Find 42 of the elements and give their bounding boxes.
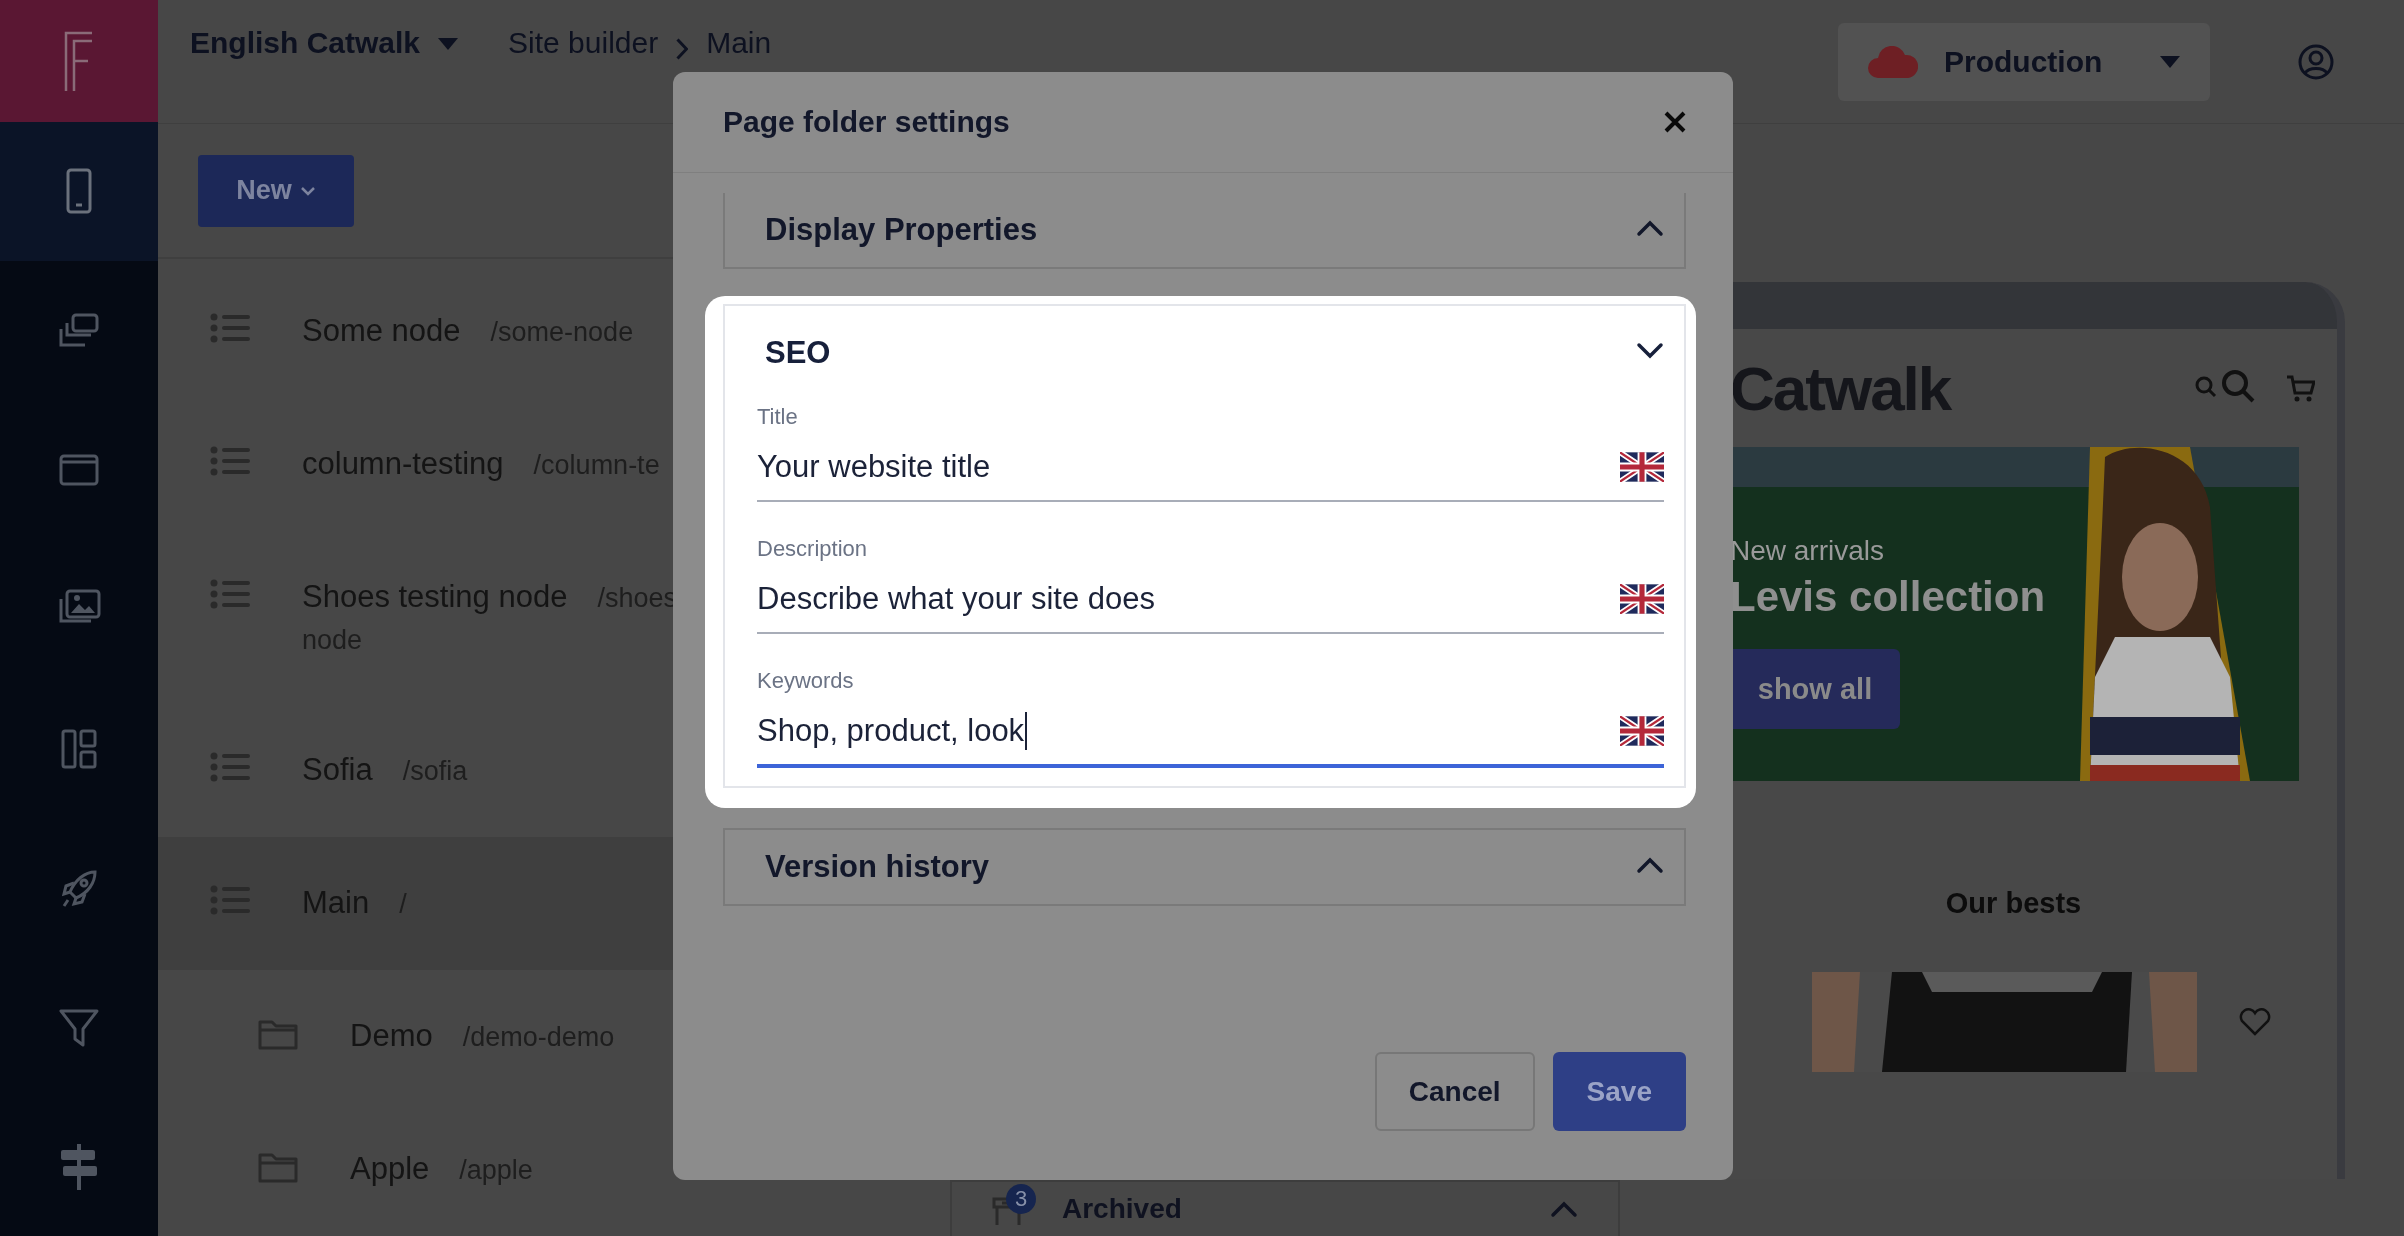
cart-icon[interactable] (2285, 373, 2315, 403)
node-path: / (399, 888, 407, 921)
show-all-button[interactable]: show all (1730, 649, 1900, 729)
new-button[interactable]: New (198, 154, 354, 227)
text-field[interactable]: Describe what your site does (757, 566, 1664, 634)
panel-title: Archived (1062, 1194, 1183, 1224)
list-icon (210, 579, 250, 609)
banner-headline: Levis collection (1730, 573, 2046, 621)
section-heading: Our bests (1945, 887, 2082, 920)
sidebar-item[interactable] (0, 121, 158, 262)
list-icon (210, 313, 250, 343)
field-label: Keywords (757, 668, 855, 694)
field-label: Description (757, 536, 869, 562)
dialog-title: Page folder settings (723, 105, 1011, 139)
cancel-button[interactable]: Cancel (1374, 1052, 1535, 1131)
count-badge: 3 (1006, 1184, 1036, 1214)
logo-icon[interactable] (64, 30, 94, 91)
save-button[interactable]: Save (1552, 1052, 1686, 1131)
heart-icon[interactable] (2239, 1008, 2271, 1036)
flag-icon (1620, 584, 1664, 614)
project-name[interactable]: English Catwalk (190, 26, 421, 60)
text-field[interactable]: Your website title (757, 434, 1664, 502)
section-title[interactable]: SEO (765, 335, 1636, 371)
chevron-icon[interactable] (1636, 342, 1664, 360)
flag-icon (1620, 716, 1664, 746)
folder-icon (258, 1151, 298, 1183)
list-icon (210, 752, 250, 782)
folder-icon (258, 1018, 298, 1050)
text-field[interactable]: Shop, product, look (757, 698, 1664, 768)
user-icon[interactable] (2298, 43, 2334, 80)
caret-icon (2160, 55, 2180, 68)
list-icon (210, 446, 250, 476)
caret-icon[interactable] (438, 38, 459, 50)
caret-icon (299, 185, 316, 196)
cloud-icon (1868, 45, 1918, 78)
field-label: Title (757, 404, 799, 430)
breadcrumb-item[interactable]: Site builder (508, 26, 659, 60)
environment-dropdown[interactable]: Production (1838, 22, 2210, 101)
breadcrumb-item[interactable]: Main (706, 26, 772, 60)
chevron-right-icon (676, 38, 689, 60)
section-title[interactable]: Display Properties (765, 212, 1636, 248)
flag-icon (1620, 452, 1664, 482)
